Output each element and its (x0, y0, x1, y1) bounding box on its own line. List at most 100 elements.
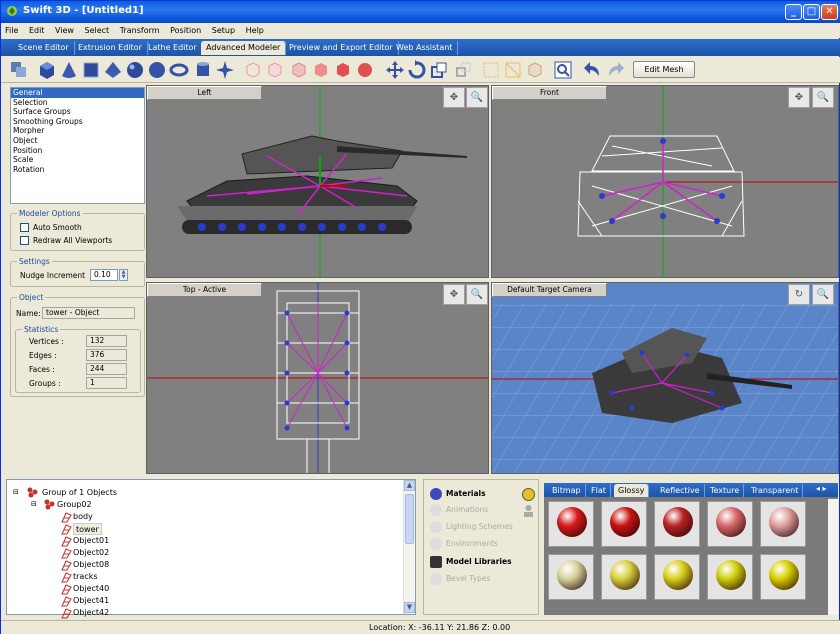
viewport-camera[interactable]: Default Target Camera ↻ 🔍 (491, 282, 839, 474)
tree-item[interactable]: Object08 (73, 559, 109, 571)
library-bevel-types[interactable]: Bevel Types (430, 573, 490, 585)
tab-scene-editor[interactable]: Scene Editor (13, 41, 75, 55)
library-lighting[interactable]: Lighting Schemes (430, 521, 513, 533)
zoom-view-icon[interactable]: 🔍 (466, 284, 488, 305)
material-swatch[interactable] (601, 501, 647, 547)
cylinder-primitive-icon[interactable] (193, 60, 213, 80)
select-tool-icon[interactable] (9, 60, 29, 80)
tree-item[interactable]: Object01 (73, 535, 109, 547)
menu-help[interactable]: Help (242, 23, 268, 37)
menu-select[interactable]: Select (81, 23, 114, 37)
star-primitive-icon[interactable] (215, 60, 235, 80)
property-smoothing-groups[interactable]: Smoothing Groups (11, 117, 144, 127)
property-surface-groups[interactable]: Surface Groups (11, 107, 144, 117)
material-swatch[interactable] (707, 554, 753, 600)
tree-root[interactable]: Group of 1 Objects (42, 487, 117, 499)
sphere-red-icon[interactable] (355, 60, 375, 80)
scale-tool-icon[interactable] (429, 60, 449, 80)
rotate-tool-icon[interactable] (407, 60, 427, 80)
tab-bitmap[interactable]: Bitmap (548, 484, 586, 497)
edge-select-icon[interactable] (503, 60, 523, 80)
cube-primitive-icon[interactable] (37, 60, 57, 80)
tab-transparent[interactable]: Transparent (747, 484, 804, 497)
redo-icon[interactable] (605, 60, 625, 80)
library-model-libraries[interactable]: Model Libraries (430, 556, 512, 568)
tab-scroll-arrows-icon[interactable]: ◂ ▸ (816, 484, 827, 493)
tree-item[interactable]: Object41 (73, 595, 109, 607)
viewport-left[interactable]: Left ✥ 🔍 (146, 85, 489, 278)
move-tool-icon[interactable] (385, 60, 405, 80)
vertex-select-icon[interactable] (481, 60, 501, 80)
tree-group[interactable]: Group02 (57, 499, 92, 511)
tab-preview-export[interactable]: Preview and Export Editor (284, 41, 399, 55)
viewport-front[interactable]: Front ✥ 🔍 (491, 85, 839, 278)
material-swatch[interactable] (707, 501, 753, 547)
scroll-down-icon[interactable]: ▼ (404, 602, 415, 613)
tree-scrollbar[interactable]: ▲ ▼ (403, 480, 415, 614)
tab-reflective[interactable]: Reflective (656, 484, 705, 497)
box-shaded-icon[interactable] (289, 60, 309, 80)
library-environments[interactable]: Environments (430, 538, 498, 550)
close-button[interactable]: ✕ (821, 4, 838, 20)
tab-extrusion-editor[interactable]: Extrusion Editor (73, 41, 148, 55)
minimize-button[interactable]: _ (785, 4, 802, 20)
library-materials[interactable]: Materials (430, 488, 486, 500)
box-wire-icon[interactable] (265, 60, 285, 80)
cone-primitive-icon[interactable] (59, 60, 79, 80)
tree-item[interactable]: body (73, 511, 93, 523)
pan-view-icon[interactable]: ✥ (788, 87, 810, 108)
plane-primitive-icon[interactable] (81, 60, 101, 80)
tree-item[interactable]: Object42 (73, 607, 109, 619)
material-swatch[interactable] (548, 501, 594, 547)
tab-texture[interactable]: Texture (706, 484, 745, 497)
material-swatch[interactable] (548, 554, 594, 600)
material-swatch[interactable] (760, 554, 806, 600)
tab-advanced-modeler[interactable]: Advanced Modeler (201, 41, 287, 55)
sphere-primitive-icon[interactable] (125, 60, 145, 80)
property-general[interactable]: General (11, 88, 144, 98)
box-red-icon[interactable] (333, 60, 353, 80)
property-selection[interactable]: Selection (11, 98, 144, 108)
material-swatch[interactable] (601, 554, 647, 600)
property-scale[interactable]: Scale (11, 155, 144, 165)
menu-file[interactable]: File (1, 23, 22, 37)
tree-item[interactable]: Object02 (73, 547, 109, 559)
library-animations[interactable]: Animations (430, 504, 488, 516)
undo-icon[interactable] (583, 60, 603, 80)
edit-mesh-button[interactable]: Edit Mesh (633, 61, 695, 78)
material-swatch[interactable] (654, 501, 700, 547)
material-swatch[interactable] (654, 554, 700, 600)
box-solid-icon[interactable] (311, 60, 331, 80)
zoom-view-icon[interactable]: 🔍 (812, 284, 834, 305)
zoom-view-icon[interactable] (553, 60, 573, 80)
property-morpher[interactable]: Morpher (11, 126, 144, 136)
collapse-root-icon[interactable]: ⊟ (13, 487, 19, 499)
property-position[interactable]: Position (11, 146, 144, 156)
material-sphere-icon[interactable] (522, 488, 535, 501)
menu-view[interactable]: View (51, 23, 78, 37)
scroll-up-icon[interactable]: ▲ (404, 480, 415, 491)
pan-view-icon[interactable]: ✥ (443, 284, 465, 305)
material-scrollbar[interactable] (828, 499, 838, 615)
geosphere-primitive-icon[interactable] (147, 60, 167, 80)
collapse-group-icon[interactable]: ⊟ (31, 499, 37, 511)
menu-transform[interactable]: Transform (116, 23, 164, 37)
tab-glossy[interactable]: Glossy (614, 484, 650, 497)
face-select-icon[interactable] (525, 60, 545, 80)
tab-flat[interactable]: Flat (587, 484, 611, 497)
pan-view-icon[interactable]: ✥ (443, 87, 465, 108)
auto-smooth-checkbox[interactable] (20, 223, 29, 232)
object-name-field[interactable]: tower - Object (42, 307, 135, 319)
maximize-button[interactable]: □ (803, 4, 820, 20)
tab-web-assistant[interactable]: Web Assistant (391, 41, 459, 55)
nudge-spinner-icon[interactable]: ▲ ▼ (119, 269, 128, 281)
redraw-viewports-checkbox[interactable] (20, 236, 29, 245)
box-outline-icon[interactable] (243, 60, 263, 80)
user-icon[interactable] (522, 504, 535, 517)
tree-item[interactable]: tower (73, 523, 102, 535)
zoom-view-icon[interactable]: 🔍 (466, 87, 488, 108)
torus-primitive-icon[interactable] (169, 60, 189, 80)
scroll-thumb[interactable] (405, 494, 414, 544)
zoom-view-icon[interactable]: 🔍 (812, 87, 834, 108)
tab-lathe-editor[interactable]: Lathe Editor (143, 41, 203, 55)
